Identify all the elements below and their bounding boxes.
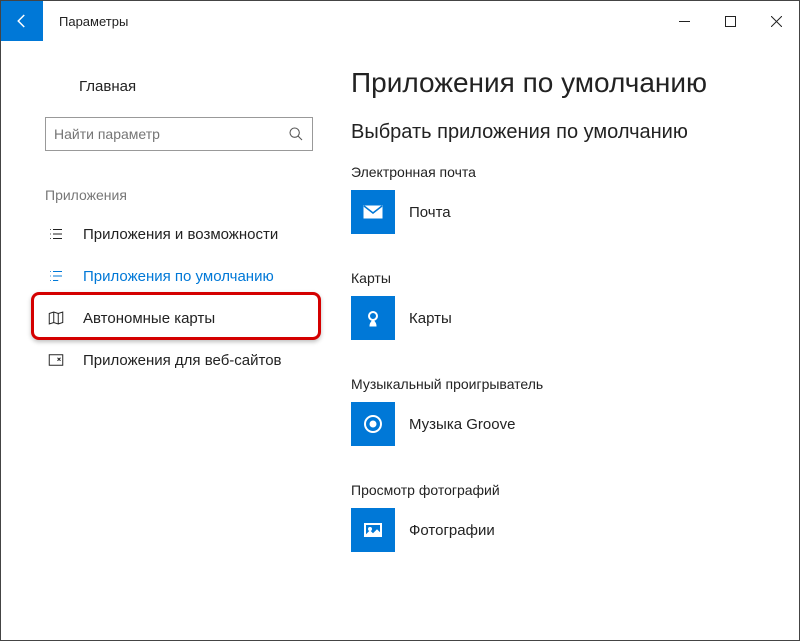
app-name: Почта <box>409 204 451 221</box>
sidebar-item-label: Приложения для веб-сайтов <box>83 352 282 369</box>
default-app-email[interactable]: Почта <box>351 190 789 234</box>
mail-icon <box>351 190 395 234</box>
group-label-maps: Карты <box>351 270 789 286</box>
groove-icon <box>351 402 395 446</box>
sidebar-item-label: Приложения и возможности <box>83 226 278 243</box>
list-icon <box>47 225 65 243</box>
search-box[interactable] <box>45 117 313 151</box>
website-icon <box>47 351 65 369</box>
group-label-music: Музыкальный проигрыватель <box>351 376 789 392</box>
maps-app-icon <box>351 296 395 340</box>
app-name: Карты <box>409 310 452 327</box>
default-apps-icon <box>47 267 65 285</box>
group-label-photos: Просмотр фотографий <box>351 482 789 498</box>
app-name: Музыка Groove <box>409 416 515 433</box>
default-app-music[interactable]: Музыка Groove <box>351 402 789 446</box>
photos-icon <box>351 508 395 552</box>
search-input[interactable] <box>54 126 288 142</box>
page-title: Приложения по умолчанию <box>351 67 789 99</box>
main-panel: Приложения по умолчанию Выбрать приложен… <box>331 41 799 640</box>
sidebar: Главная Приложения Приложения и возможно… <box>1 41 331 640</box>
sidebar-item-apps-websites[interactable]: Приложения для веб-сайтов <box>1 339 331 381</box>
sidebar-item-offline-maps[interactable]: Автономные карты <box>1 297 331 339</box>
titlebar: Параметры <box>1 1 799 41</box>
sidebar-category: Приложения <box>45 187 313 203</box>
minimize-button[interactable] <box>661 1 707 41</box>
default-app-photos[interactable]: Фотографии <box>351 508 789 552</box>
back-button[interactable] <box>1 1 43 41</box>
home-label: Главная <box>79 78 136 95</box>
default-app-maps[interactable]: Карты <box>351 296 789 340</box>
search-icon <box>288 126 304 142</box>
window-title: Параметры <box>59 14 128 29</box>
sidebar-item-default-apps[interactable]: Приложения по умолчанию <box>1 255 331 297</box>
app-name: Фотографии <box>409 522 495 539</box>
page-subtitle: Выбрать приложения по умолчанию <box>351 121 789 144</box>
sidebar-item-label: Приложения по умолчанию <box>83 268 274 285</box>
close-button[interactable] <box>753 1 799 41</box>
window-controls <box>661 1 799 41</box>
home-link[interactable]: Главная <box>1 71 331 101</box>
map-icon <box>47 309 65 327</box>
sidebar-item-apps-features[interactable]: Приложения и возможности <box>1 213 331 255</box>
sidebar-item-label: Автономные карты <box>83 310 215 327</box>
group-label-email: Электронная почта <box>351 164 789 180</box>
maximize-button[interactable] <box>707 1 753 41</box>
arrow-left-icon <box>13 12 31 30</box>
